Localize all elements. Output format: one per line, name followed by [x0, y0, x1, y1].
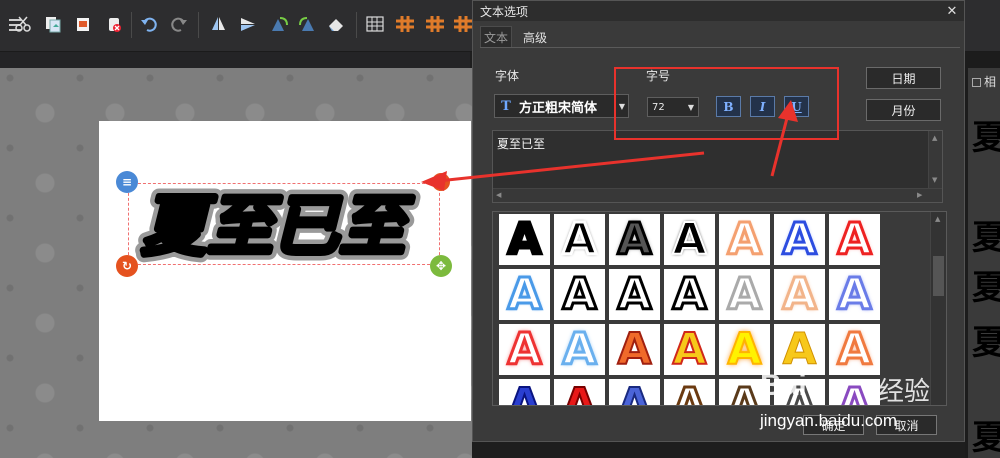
- paste-icon[interactable]: [72, 12, 94, 36]
- style-preset-letter: A: [836, 269, 873, 320]
- flip-vertical-icon[interactable]: [207, 12, 229, 36]
- toolbar-separator: [356, 12, 357, 38]
- text-input-value: 夏至已至: [497, 137, 546, 151]
- flip-horizontal-icon[interactable]: [237, 12, 259, 36]
- style-preset[interactable]: A: [664, 379, 715, 406]
- style-preset-letter: A: [561, 379, 597, 406]
- right-preview-char: 夏: [972, 118, 1000, 158]
- style-preset-letter: A: [616, 269, 653, 320]
- style-preset[interactable]: A: [664, 269, 715, 320]
- watermark-brand: Bai: [760, 369, 807, 402]
- canvas-sheet[interactable]: [99, 121, 471, 421]
- style-preset-letter: A: [781, 269, 818, 320]
- style-preset-letter: A: [506, 379, 542, 406]
- grid-orange-icon[interactable]: [394, 12, 416, 36]
- style-preset-letter: A: [726, 214, 763, 265]
- dialog-title: 文本选项: [480, 5, 529, 19]
- cut-icon[interactable]: [12, 12, 34, 36]
- style-preset[interactable]: A: [499, 324, 550, 375]
- style-preset[interactable]: A: [554, 214, 605, 265]
- erase-icon[interactable]: [325, 12, 347, 36]
- style-preset-letter: A: [506, 324, 543, 375]
- grid-orange-icon[interactable]: [424, 12, 446, 36]
- style-preset[interactable]: A: [774, 269, 825, 320]
- grid-icon[interactable]: [364, 12, 386, 36]
- style-preset[interactable]: A: [609, 379, 660, 406]
- rotate-right-icon[interactable]: [297, 12, 319, 36]
- style-preset[interactable]: A: [609, 214, 660, 265]
- style-preset[interactable]: A: [554, 324, 605, 375]
- selection-box[interactable]: [128, 183, 440, 265]
- menu-handle-icon[interactable]: ≡: [116, 171, 138, 193]
- style-preset[interactable]: A: [664, 324, 715, 375]
- text-input[interactable]: 夏至已至 ▲ ▼ ◀ ▶: [492, 130, 943, 203]
- style-preset-letter: A: [726, 269, 763, 320]
- right-preview-char: 夏: [972, 218, 1000, 258]
- style-preset-letter: A: [616, 214, 653, 265]
- copy-icon[interactable]: [42, 12, 64, 36]
- right-preview-char: 夏: [972, 418, 1000, 458]
- style-preset-letter: A: [616, 324, 652, 375]
- rotate-handle-icon[interactable]: ↻: [116, 255, 138, 277]
- redo-icon[interactable]: [168, 12, 190, 36]
- style-preset[interactable]: A: [554, 379, 605, 406]
- style-preset[interactable]: A: [499, 379, 550, 406]
- style-preset[interactable]: A: [609, 324, 660, 375]
- right-panel-label: 相: [972, 73, 996, 90]
- highlight-box: [614, 67, 839, 140]
- text-vertical-scrollbar[interactable]: ▲ ▼: [928, 131, 942, 189]
- style-preset[interactable]: A: [774, 214, 825, 265]
- style-preset[interactable]: A: [719, 269, 770, 320]
- font-select-value: 方正粗宋简体: [519, 100, 598, 116]
- scrollbar-thumb[interactable]: [933, 256, 944, 296]
- grid-orange-icon[interactable]: [452, 12, 474, 36]
- style-preset-letter: A: [561, 324, 598, 375]
- style-preset-letter: A: [506, 214, 543, 265]
- style-preset[interactable]: A: [499, 269, 550, 320]
- style-preset-letter: A: [836, 214, 873, 265]
- tab-advanced[interactable]: 高级: [516, 26, 554, 48]
- tab-divider: [480, 47, 960, 48]
- delete-icon[interactable]: [103, 12, 125, 36]
- undo-icon[interactable]: [138, 12, 160, 36]
- tab-text[interactable]: 文本: [480, 26, 512, 48]
- style-preset[interactable]: A: [664, 214, 715, 265]
- style-preset-letter: A: [616, 379, 652, 406]
- style-preset[interactable]: A: [554, 269, 605, 320]
- watermark-brand-cn: 经验: [878, 377, 931, 407]
- watermark-url: jingyan.baidu.com: [760, 411, 898, 430]
- dialog-titlebar: 文本选项 ✕: [473, 1, 964, 21]
- font-label: 字体: [495, 69, 520, 83]
- toolbar-separator: [131, 12, 132, 38]
- right-preview-char: 夏: [972, 323, 1000, 363]
- toolbar-separator: [198, 12, 199, 38]
- rotate-left-icon[interactable]: [269, 12, 291, 36]
- font-select[interactable]: T 方正粗宋简体 ▼: [494, 94, 629, 118]
- style-preset-letter: A: [781, 214, 818, 265]
- style-preset-letter: A: [671, 214, 707, 265]
- month-button[interactable]: 月份: [866, 99, 941, 121]
- resize-handle-icon[interactable]: ✥: [430, 255, 452, 277]
- style-preset[interactable]: A: [719, 214, 770, 265]
- close-handle-icon[interactable]: ✕: [432, 173, 450, 191]
- style-preset-letter: A: [561, 269, 598, 320]
- style-preset[interactable]: A: [829, 214, 880, 265]
- right-preview-char: 夏: [972, 268, 1000, 308]
- style-preset-letter: A: [671, 269, 708, 320]
- style-preset-letter: A: [561, 214, 598, 265]
- style-preset[interactable]: A: [829, 269, 880, 320]
- date-button[interactable]: 日期: [866, 67, 941, 89]
- screen: 夏至已至 夏至已至 ≡ ↻ ✥ ✕ 相 夏 夏 夏 夏 夏 文本选项 ✕ 文本 …: [0, 0, 1000, 458]
- style-preset[interactable]: A: [499, 214, 550, 265]
- style-preset-letter: A: [671, 324, 707, 375]
- style-preset[interactable]: A: [609, 269, 660, 320]
- text-horizontal-scrollbar[interactable]: ◀ ▶: [493, 188, 942, 202]
- style-preset-letter: A: [506, 269, 543, 320]
- watermark: Bai 经验 jingyan.baidu.com: [760, 365, 960, 435]
- ruler-strip: [0, 52, 470, 68]
- close-icon[interactable]: ✕: [943, 1, 961, 21]
- font-type-icon: T: [501, 98, 511, 114]
- style-preset-letter: A: [671, 379, 708, 406]
